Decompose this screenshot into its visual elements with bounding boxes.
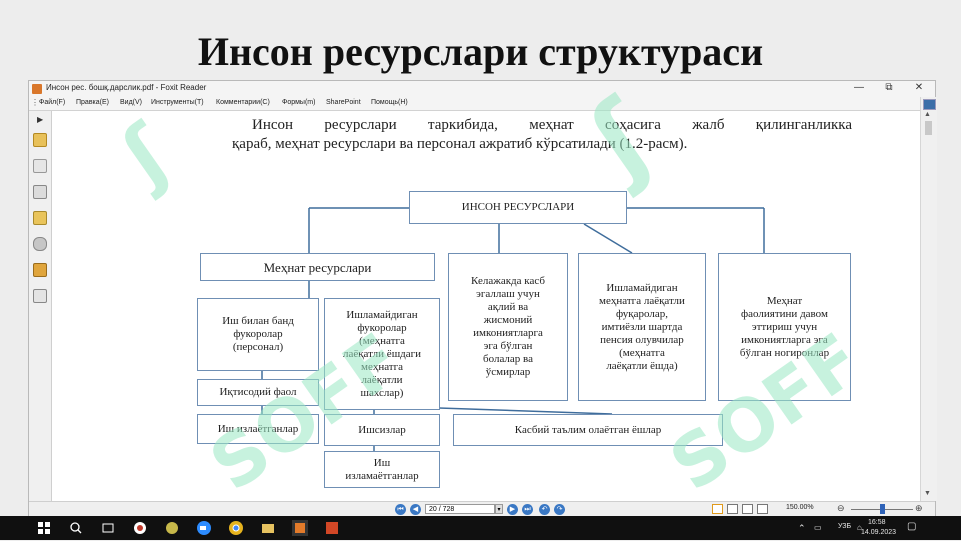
menu-bar: ⋮ Файл(F) Правка(E) Вид(V) Инструменты(T… — [29, 97, 935, 111]
menu-help[interactable]: Помощь(H) — [371, 99, 408, 106]
not-seeking-box: Иш изламаётганлар — [324, 451, 440, 488]
menu-comments[interactable]: Комментарии(C) — [216, 99, 270, 106]
document-page: Инсон ресурслари таркибида, меҳнат соҳас… — [52, 111, 920, 501]
page-number-input[interactable]: 20 / 728 — [425, 504, 495, 514]
search-icon[interactable] — [68, 520, 84, 536]
menu-tools[interactable]: Инструменты(T) — [151, 99, 204, 106]
signature-icon[interactable] — [33, 289, 47, 303]
restore-button[interactable]: ⧉ — [881, 82, 897, 93]
labor-resources-box: Меҳнат ресурслари — [200, 253, 435, 281]
zoom-out-icon[interactable]: ⊖ — [837, 503, 845, 514]
diagram-root-box: ИНСОН РЕСУРСЛАРИ — [409, 191, 627, 224]
employed-box: Иш билан банд фукоролар (персонал) — [197, 298, 319, 371]
layers-icon[interactable] — [33, 185, 47, 199]
unemployed-box: Ишсизлар — [324, 414, 440, 446]
single-page-view-icon[interactable] — [712, 504, 723, 514]
scroll-up-icon[interactable]: ▲ — [924, 111, 931, 118]
windows-start-icon[interactable] — [36, 520, 52, 536]
forward-icon[interactable]: ↷ — [554, 504, 565, 515]
attachment-icon[interactable] — [33, 237, 47, 251]
zoom-in-icon[interactable]: ⊕ — [915, 503, 923, 514]
record-app-icon[interactable] — [132, 520, 148, 536]
page-dropdown-icon[interactable]: ▾ — [495, 504, 503, 514]
economically-active-box: Иқтисодий фаол — [197, 379, 319, 406]
keyboard-icon[interactable]: ▭ — [814, 523, 822, 532]
menu-view[interactable]: Вид(V) — [120, 99, 142, 106]
chrome-icon[interactable] — [228, 520, 244, 536]
prev-page-icon[interactable]: ◀ — [410, 504, 421, 515]
menu-grip-icon: ⋮ — [31, 98, 39, 107]
input-language[interactable]: УЗБ — [838, 523, 851, 530]
back-icon[interactable]: ↶ — [539, 504, 550, 515]
menu-edit[interactable]: Правка(E) — [76, 99, 109, 106]
zoom-slider-thumb[interactable] — [880, 504, 885, 514]
scroll-thumb[interactable] — [925, 121, 932, 135]
job-seekers-box: Иш излаётганлар — [197, 414, 319, 444]
close-button[interactable]: ✕ — [911, 82, 927, 93]
file-explorer-icon[interactable] — [260, 520, 276, 536]
pages-icon[interactable] — [33, 159, 47, 173]
next-page-icon[interactable]: ▶ — [507, 504, 518, 515]
task-view-icon[interactable] — [100, 520, 116, 536]
future-jobs-box: Келажакда касб эгаллаш учун ақлий ва жис… — [448, 253, 568, 401]
nonworking-pensioners-box: Ишламайдиган меҳнатга лаёқатли фуқаролар… — [578, 253, 706, 401]
zoom-level[interactable]: 150.00% — [786, 504, 814, 511]
windows-taskbar: ⌃ ▭ УЗБ ⌂ 16:58 14.09.2023 ▢ — [0, 516, 961, 540]
minimize-button[interactable]: — — [851, 82, 867, 93]
zoom-app-icon[interactable] — [196, 520, 212, 536]
last-page-icon[interactable]: ⏭ — [522, 504, 533, 515]
vocational-students-box: Касбий таълим олаётган ёшлар — [453, 414, 723, 446]
disabled-people-box: Меҳнат фаолиятини давом эттириш учун имк… — [718, 253, 851, 401]
title-bar: Инсон рес. бошқ.дарслик.pdf - Foxit Read… — [29, 81, 935, 97]
foxit-app-icon — [32, 84, 42, 94]
tray-up-arrow-icon[interactable]: ⌃ — [798, 523, 806, 534]
continuous-view-icon[interactable] — [727, 504, 738, 514]
clock-date[interactable]: 14.09.2023 — [861, 529, 896, 536]
expand-panel-icon[interactable]: ▶ — [37, 115, 43, 124]
app-icon-yellow[interactable] — [164, 520, 180, 536]
slide-title: Инсон ресурслари структураси — [197, 29, 764, 74]
bookmark-icon[interactable] — [33, 133, 47, 147]
menu-sharepoint[interactable]: SharePoint — [326, 99, 361, 106]
first-page-icon[interactable]: ⏮ — [395, 504, 406, 515]
connector — [583, 223, 633, 254]
powerpoint-icon[interactable] — [324, 520, 340, 536]
menu-forms[interactable]: Формы(m) — [282, 99, 315, 106]
status-bar: ⏮ ◀ 20 / 728 ▾ ▶ ⏭ ↶ ↷ 150.00% ⊖ ⊕ — [29, 501, 935, 517]
right-scrollbar[interactable]: ▲ ▼ — [920, 97, 937, 501]
clock-time[interactable]: 16:58 — [868, 519, 886, 526]
window-title: Инсон рес. бошқ.дарслик.pdf - Foxit Read… — [46, 83, 207, 92]
comments-icon[interactable] — [33, 211, 47, 225]
menu-file[interactable]: Файл(F) — [39, 99, 65, 106]
continuous-facing-view-icon[interactable] — [757, 504, 768, 514]
foxit-reader-window: Инсон рес. бошқ.дарслик.pdf - Foxit Read… — [28, 80, 937, 517]
security-icon[interactable] — [33, 263, 47, 277]
notification-icon[interactable]: ▢ — [907, 521, 916, 532]
facing-view-icon[interactable] — [742, 504, 753, 514]
image-icon[interactable] — [923, 99, 936, 110]
left-toolbar: ▶ — [29, 111, 52, 501]
foxit-taskbar-icon[interactable] — [292, 520, 308, 536]
unemployed-able-box: Ишламайдиган фукоролар (меҳнатга лаёқатл… — [324, 298, 440, 410]
scroll-down-icon[interactable]: ▼ — [924, 490, 931, 497]
